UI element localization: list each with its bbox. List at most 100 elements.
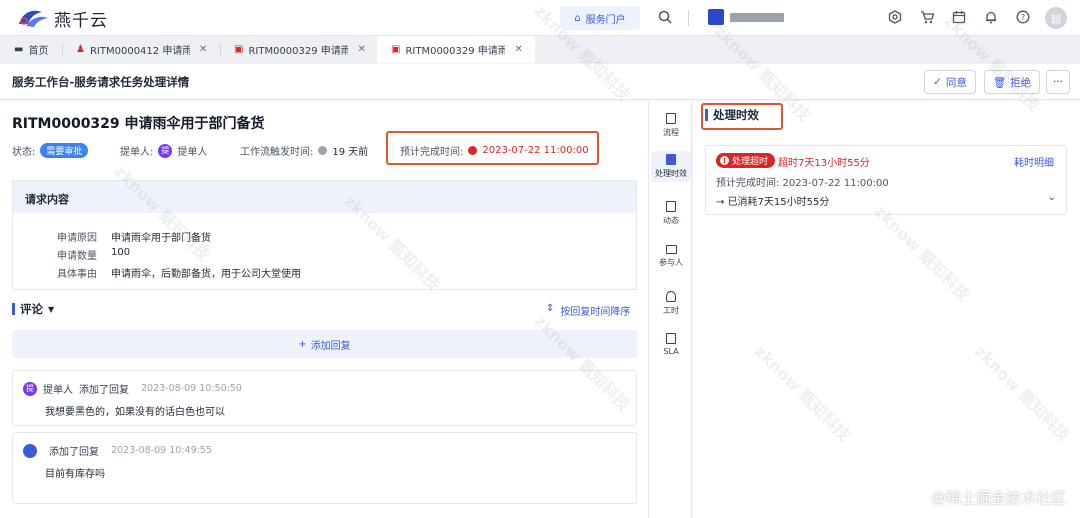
more-button[interactable]: ···: [1046, 70, 1070, 94]
nav-label: 动态: [663, 216, 679, 225]
bell-icon[interactable]: [982, 8, 1000, 26]
clock-icon: [468, 146, 478, 155]
nav-participants[interactable]: 参与人: [651, 245, 691, 268]
alert-icon: !: [720, 156, 729, 165]
tab-ritm0000412[interactable]: ♟ RITM0000412 申请雨伞用于公司 ✕: [62, 36, 220, 63]
submitter-label: 提单人:: [120, 147, 154, 158]
copy-icon: [666, 333, 676, 344]
reject-button[interactable]: 🗑 拒绝: [984, 70, 1040, 94]
sort-icon: ⇕: [546, 303, 555, 314]
trash-icon: 🗑: [992, 76, 1007, 89]
tab-label: RITM0000329 申请雨伞用于部门: [248, 46, 349, 57]
svg-text:?: ?: [1021, 13, 1025, 22]
nav-label: 处理时效: [655, 169, 687, 178]
chevron-down-icon[interactable]: ⌄: [1048, 192, 1056, 203]
nav-processing-time[interactable]: 处理时效: [651, 151, 691, 182]
tab-close-icon[interactable]: ✕: [357, 44, 365, 55]
home-icon: ⌂: [574, 12, 581, 24]
approve-button[interactable]: ✓ 同意: [924, 70, 976, 94]
plus-icon: +: [298, 338, 307, 350]
comment-meta: 添加了回复 2023-08-09 10:49:55: [23, 443, 212, 458]
more-icon: ···: [1052, 76, 1063, 88]
scale-icon: [666, 291, 676, 302]
sort-toggle[interactable]: ⇕ 按回复时间降序: [546, 303, 630, 318]
cart-icon[interactable]: [918, 8, 936, 26]
submitter-field: 提单人: 提 提单人: [120, 143, 207, 158]
overdue-tag: ! 处理超时: [716, 153, 776, 168]
overtime-text: 超时7天13小时55分: [778, 158, 870, 169]
processing-time-panel: 处理时效 ! 处理超时 超时7天13小时55分 耗时明细 预计完成时间: 202…: [693, 101, 1080, 518]
service-portal-label: 服务门户: [585, 14, 626, 26]
tab-close-icon[interactable]: ✕: [199, 44, 207, 55]
tab-ritm0000329-a[interactable]: ▣ RITM0000329 申请雨伞用于部门 ✕: [220, 36, 377, 63]
tab-bar: ▬ 首页 ♟ RITM0000412 申请雨伞用于公司 ✕ ▣ RITM0000…: [0, 36, 1080, 63]
nav-process[interactable]: 流程: [651, 113, 691, 138]
status-field: 状态: 需要审批: [12, 143, 89, 158]
service-portal-button[interactable]: ⌂ 服务门户: [560, 6, 640, 30]
request-row-value: 申请雨伞用于部门备货: [111, 233, 211, 244]
detail-side-nav: 流程 处理时效 动态 参与人 工时 SLA: [648, 101, 692, 518]
sla-card: ! 处理超时 超时7天13小时55分 耗时明细 预计完成时间: 2023-07-…: [705, 145, 1067, 215]
comment-avatar: 提: [23, 381, 37, 396]
comment-avatar: [23, 443, 37, 458]
due-label: 预计完成时间:: [400, 147, 464, 158]
home-tab-icon: ▬: [14, 44, 24, 55]
monitor-icon: [665, 245, 677, 254]
calendar-icon[interactable]: [950, 8, 968, 26]
processing-time-title: 处理时效: [713, 108, 759, 122]
time-detail-link[interactable]: 耗时明细: [1014, 154, 1054, 169]
nav-label: 参与人: [659, 258, 683, 267]
approve-label: 同意: [945, 76, 967, 89]
request-row-label: 申请原因: [57, 233, 97, 244]
nav-activity[interactable]: 动态: [651, 201, 691, 226]
comment-author[interactable]: 提单人: [43, 381, 73, 396]
comments-heading[interactable]: 评论 ▼: [12, 301, 54, 317]
tab-ritm0000329-active[interactable]: ▣ RITM0000329 申请雨伞用于部门 ✕: [377, 36, 535, 63]
page-title: 服务工作台-服务请求任务处理详情: [12, 75, 190, 89]
logo-icon: [19, 10, 48, 27]
app-name: 燕千云: [54, 10, 108, 31]
top-bar: 燕千云 ⌂ 服务门户 ? 超: [0, 0, 1080, 36]
timer-icon: [666, 154, 676, 165]
app-logo[interactable]: 燕千云: [16, 6, 108, 31]
add-reply-button[interactable]: + 添加回复: [12, 330, 637, 358]
comment-meta: 提 提单人 添加了回复 2023-08-09 10:50:50: [23, 381, 242, 396]
settings-icon[interactable]: [886, 8, 904, 26]
tab-close-icon[interactable]: ✕: [514, 44, 522, 55]
comment-action: 添加了回复: [79, 385, 129, 396]
nav-label: 流程: [663, 128, 679, 137]
user-avatar[interactable]: 超: [1045, 7, 1067, 29]
search-icon[interactable]: [656, 8, 674, 26]
comment-body: 我想要黑色的，如果没有的话白色也可以: [45, 407, 225, 418]
nav-sla[interactable]: SLA: [651, 333, 691, 356]
processing-time-heading: 处理时效: [705, 107, 759, 123]
request-row-label: 具体事由: [57, 269, 97, 280]
tab-home[interactable]: ▬ 首页: [0, 36, 62, 63]
workflow-value: 19 天前: [332, 147, 369, 158]
tenant-switcher[interactable]: [708, 9, 784, 25]
submitter-name[interactable]: 提单人: [177, 143, 207, 158]
workflow-label: 工作流触发时间:: [240, 147, 314, 158]
workflow-trigger-field: 工作流触发时间: 19 天前: [240, 143, 368, 158]
add-reply-label: 添加回复: [310, 340, 351, 352]
due-time-field: 预计完成时间: 2023-07-22 11:00:00: [400, 143, 589, 158]
ticket-tab-icon: ▣: [391, 44, 401, 55]
ticket-title: RITM0000329 申请雨伞用于部门备货: [12, 116, 265, 132]
comment-body: 目前有库存吗: [45, 469, 105, 480]
request-row-value: 申请雨伞，后勤部备货，用于公司大堂使用: [111, 269, 301, 280]
due-value: 2023-07-22 11:00:00: [482, 145, 589, 156]
comment-time: 2023-08-09 10:49:55: [111, 445, 212, 456]
tab-label: RITM0000329 申请雨伞用于部门: [405, 46, 506, 57]
nav-work-hours[interactable]: 工时: [651, 291, 691, 316]
nav-label: SLA: [663, 347, 679, 356]
overdue-tag-label: 处理超时: [732, 157, 769, 167]
comment-item: 提 提单人 添加了回复 2023-08-09 10:50:50 我想要黑色的，如…: [12, 370, 637, 426]
caret-down-icon: ▼: [48, 304, 55, 314]
tab-label: 首页: [28, 46, 49, 57]
help-icon[interactable]: ?: [1014, 8, 1032, 26]
ticket-tab-icon: ▣: [234, 44, 244, 55]
check-icon: ✓: [933, 76, 942, 88]
document-icon: [666, 113, 676, 124]
sla-due-time: 预计完成时间: 2023-07-22 11:00:00: [716, 178, 889, 189]
page-header: 服务工作台-服务请求任务处理详情: [0, 64, 1080, 100]
